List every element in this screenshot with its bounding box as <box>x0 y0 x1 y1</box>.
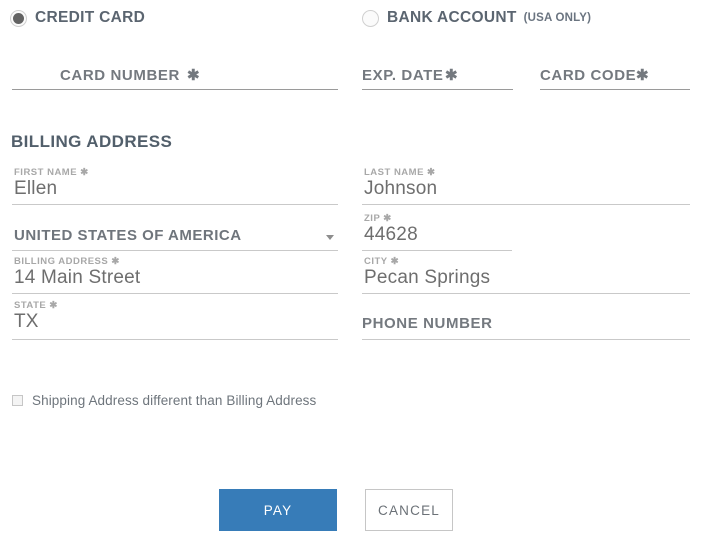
state-field[interactable]: STATE ✱ TX <box>12 300 338 340</box>
cancel-button[interactable]: CANCEL <box>365 489 453 531</box>
country-select[interactable]: UNITED STATES OF AMERICA <box>12 213 338 251</box>
billing-address-value: 14 Main Street <box>14 267 140 289</box>
phone-number-placeholder: PHONE NUMBER <box>362 315 493 332</box>
exp-date-required-icon: ✱ <box>445 66 458 84</box>
zip-label: ZIP ✱ <box>364 213 392 224</box>
exp-date-placeholder: EXP. DATE <box>362 67 444 84</box>
last-name-field[interactable]: LAST NAME ✱ Johnson <box>362 167 690 205</box>
billing-address-label: BILLING ADDRESS ✱ <box>14 256 120 267</box>
first-name-field[interactable]: FIRST NAME ✱ Ellen <box>12 167 338 205</box>
card-number-underline <box>12 89 338 90</box>
exp-date-underline <box>362 89 513 90</box>
zip-underline <box>362 250 512 251</box>
payment-method-credit-card[interactable]: CREDIT CARD <box>10 9 145 27</box>
city-value: Pecan Springs <box>364 267 490 289</box>
first-name-label: FIRST NAME ✱ <box>14 167 89 178</box>
radio-bank-account-icon[interactable] <box>362 10 379 27</box>
card-number-required-icon: ✱ <box>187 66 200 84</box>
card-code-placeholder: CARD CODE <box>540 67 636 84</box>
card-number-placeholder: CARD NUMBER <box>60 67 180 84</box>
state-label: STATE ✱ <box>14 300 58 311</box>
card-code-required-icon: ✱ <box>636 66 649 84</box>
city-label: CITY ✱ <box>364 256 399 267</box>
phone-number-field[interactable]: PHONE NUMBER <box>362 300 690 340</box>
chevron-down-icon[interactable] <box>326 235 334 240</box>
shipping-address-checkbox-row[interactable]: Shipping Address different than Billing … <box>12 393 316 408</box>
country-select-value: UNITED STATES OF AMERICA <box>14 227 242 244</box>
payment-form-page: CREDIT CARD BANK ACCOUNT (USA ONLY) CARD… <box>0 0 724 555</box>
payment-method-bank-account[interactable]: BANK ACCOUNT (USA ONLY) <box>362 9 591 27</box>
state-underline <box>12 339 338 340</box>
radio-credit-card-icon[interactable] <box>10 10 27 27</box>
phone-number-underline <box>362 339 690 340</box>
city-field[interactable]: CITY ✱ Pecan Springs <box>362 256 690 294</box>
first-name-underline <box>12 204 338 205</box>
first-name-value: Ellen <box>14 178 57 200</box>
zip-value: 44628 <box>364 224 418 246</box>
exp-date-field[interactable]: EXP. DATE ✱ <box>362 52 513 90</box>
last-name-label: LAST NAME ✱ <box>364 167 436 178</box>
city-underline <box>362 293 690 294</box>
card-code-field[interactable]: CARD CODE ✱ <box>540 52 690 90</box>
payment-method-bank-account-label: BANK ACCOUNT <box>387 9 517 27</box>
payment-method-group: CREDIT CARD BANK ACCOUNT (USA ONLY) <box>0 9 724 33</box>
billing-address-underline <box>12 293 338 294</box>
payment-method-credit-card-label: CREDIT CARD <box>35 9 145 27</box>
billing-address-field[interactable]: BILLING ADDRESS ✱ 14 Main Street <box>12 256 338 294</box>
billing-address-heading: BILLING ADDRESS <box>11 132 172 152</box>
payment-method-bank-account-sublabel: (USA ONLY) <box>524 12 592 24</box>
country-select-underline <box>12 250 338 251</box>
card-number-field[interactable]: CARD NUMBER ✱ <box>12 52 338 90</box>
last-name-underline <box>362 204 690 205</box>
pay-button[interactable]: PAY <box>219 489 337 531</box>
zip-field[interactable]: ZIP ✱ 44628 <box>362 213 512 251</box>
card-code-underline <box>540 89 690 90</box>
shipping-address-checkbox[interactable] <box>12 395 23 406</box>
shipping-address-checkbox-label: Shipping Address different than Billing … <box>32 393 316 408</box>
state-value: TX <box>14 311 39 333</box>
last-name-value: Johnson <box>364 178 437 200</box>
